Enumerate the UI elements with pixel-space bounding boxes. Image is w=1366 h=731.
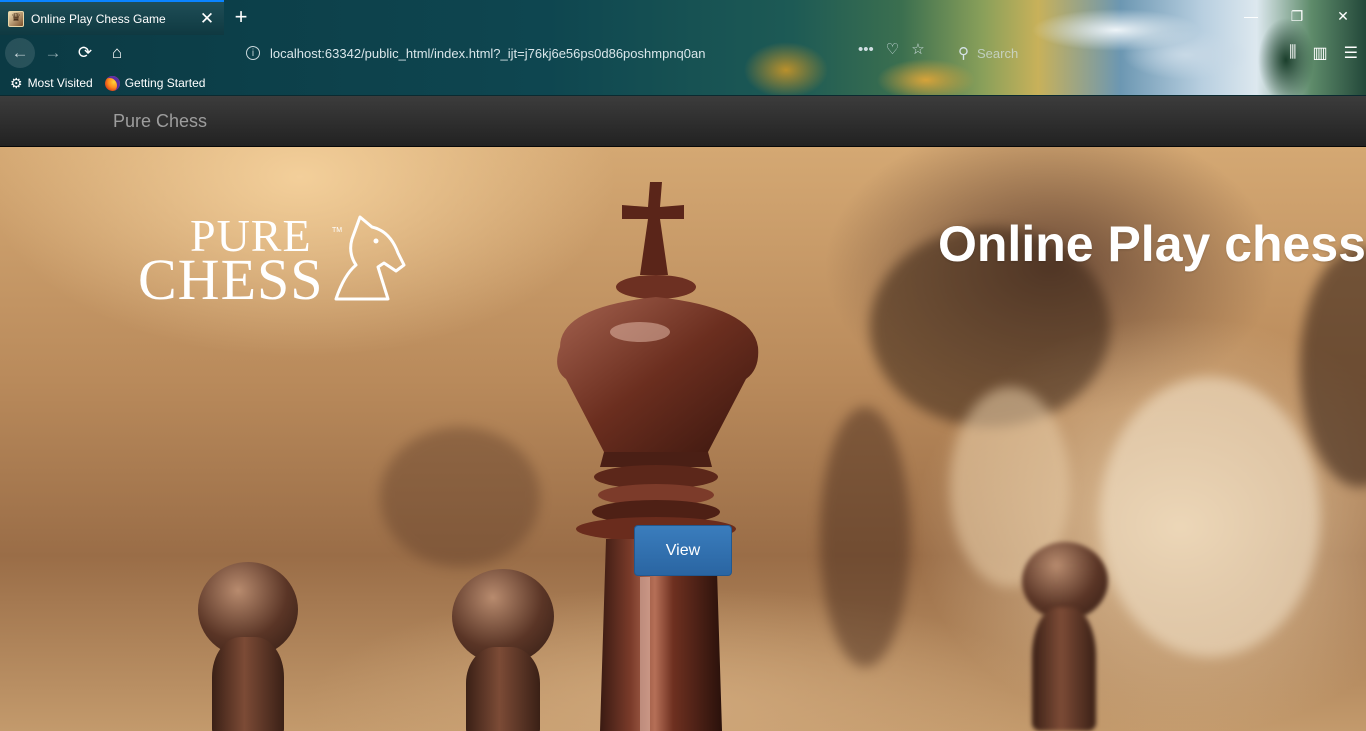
tab-title: Online Play Chess Game	[31, 11, 166, 26]
library-icon[interactable]: ⫼	[1289, 44, 1296, 62]
url-text[interactable]: localhost:63342/public_html/index.html?_…	[270, 46, 942, 61]
navbar-brand-link[interactable]: Pure Chess	[113, 111, 207, 132]
pocket-icon[interactable]: ♡	[886, 40, 899, 58]
page-actions-icon[interactable]: •••	[858, 41, 874, 58]
minimize-button[interactable]: —	[1228, 0, 1274, 32]
hero-title: Online Play chess	[938, 216, 1366, 272]
restore-button[interactable]: ❐	[1274, 0, 1320, 32]
search-input[interactable]: ⚲ Search	[948, 39, 1148, 67]
hero-section: PURE TM CHESS Online Play chess View	[0, 147, 1366, 731]
tab-strip: ♛ Online Play Chess Game ✕ + — ❐ ✕	[0, 0, 1366, 35]
bookmark-star-icon[interactable]: ☆	[911, 40, 924, 58]
bookmark-getting-started[interactable]: Getting Started	[104, 75, 206, 91]
gear-icon: ⚙	[10, 74, 23, 91]
back-button[interactable]: ←	[5, 38, 35, 68]
pure-chess-logo: PURE TM CHESS	[138, 213, 408, 309]
sidebar-icon[interactable]: ▥	[1313, 43, 1328, 63]
tab-close-icon[interactable]: ✕	[196, 8, 218, 30]
logo-text-chess: CHESS	[138, 247, 324, 312]
bookmarks-toolbar: ⚙ Most Visited Getting Started	[0, 71, 1366, 96]
browser-tab[interactable]: ♛ Online Play Chess Game ✕	[0, 0, 224, 35]
search-icon: ⚲	[958, 45, 969, 62]
view-button[interactable]: View	[634, 525, 732, 576]
new-tab-button[interactable]: +	[228, 4, 254, 30]
url-actions: ••• ♡ ☆	[858, 35, 925, 63]
window-controls: — ❐ ✕	[1228, 0, 1366, 32]
toolbar-right: ⫼ ▥ ☰	[1289, 39, 1358, 67]
site-navbar: Pure Chess	[0, 96, 1366, 147]
knight-icon	[334, 215, 406, 301]
browser-chrome: ♛ Online Play Chess Game ✕ + — ❐ ✕ ← → ⟳…	[0, 0, 1366, 96]
search-placeholder: Search	[977, 45, 1019, 61]
bookmark-label: Most Visited	[27, 76, 93, 90]
home-button[interactable]: ⌂	[102, 38, 132, 68]
address-bar[interactable]: i localhost:63342/public_html/index.html…	[242, 39, 942, 67]
window-close-button[interactable]: ✕	[1320, 0, 1366, 32]
reload-button[interactable]: ⟳	[70, 38, 100, 68]
info-icon[interactable]: i	[246, 46, 260, 60]
forward-button[interactable]: →	[38, 38, 68, 68]
navigation-toolbar: ← → ⟳ ⌂ i localhost:63342/public_html/in…	[0, 35, 1366, 71]
bookmark-label: Getting Started	[124, 76, 206, 90]
menu-icon[interactable]: ☰	[1344, 43, 1358, 63]
firefox-icon	[104, 75, 120, 91]
bookmark-most-visited[interactable]: ⚙ Most Visited	[10, 75, 93, 92]
chess-favicon-icon: ♛	[8, 10, 24, 27]
